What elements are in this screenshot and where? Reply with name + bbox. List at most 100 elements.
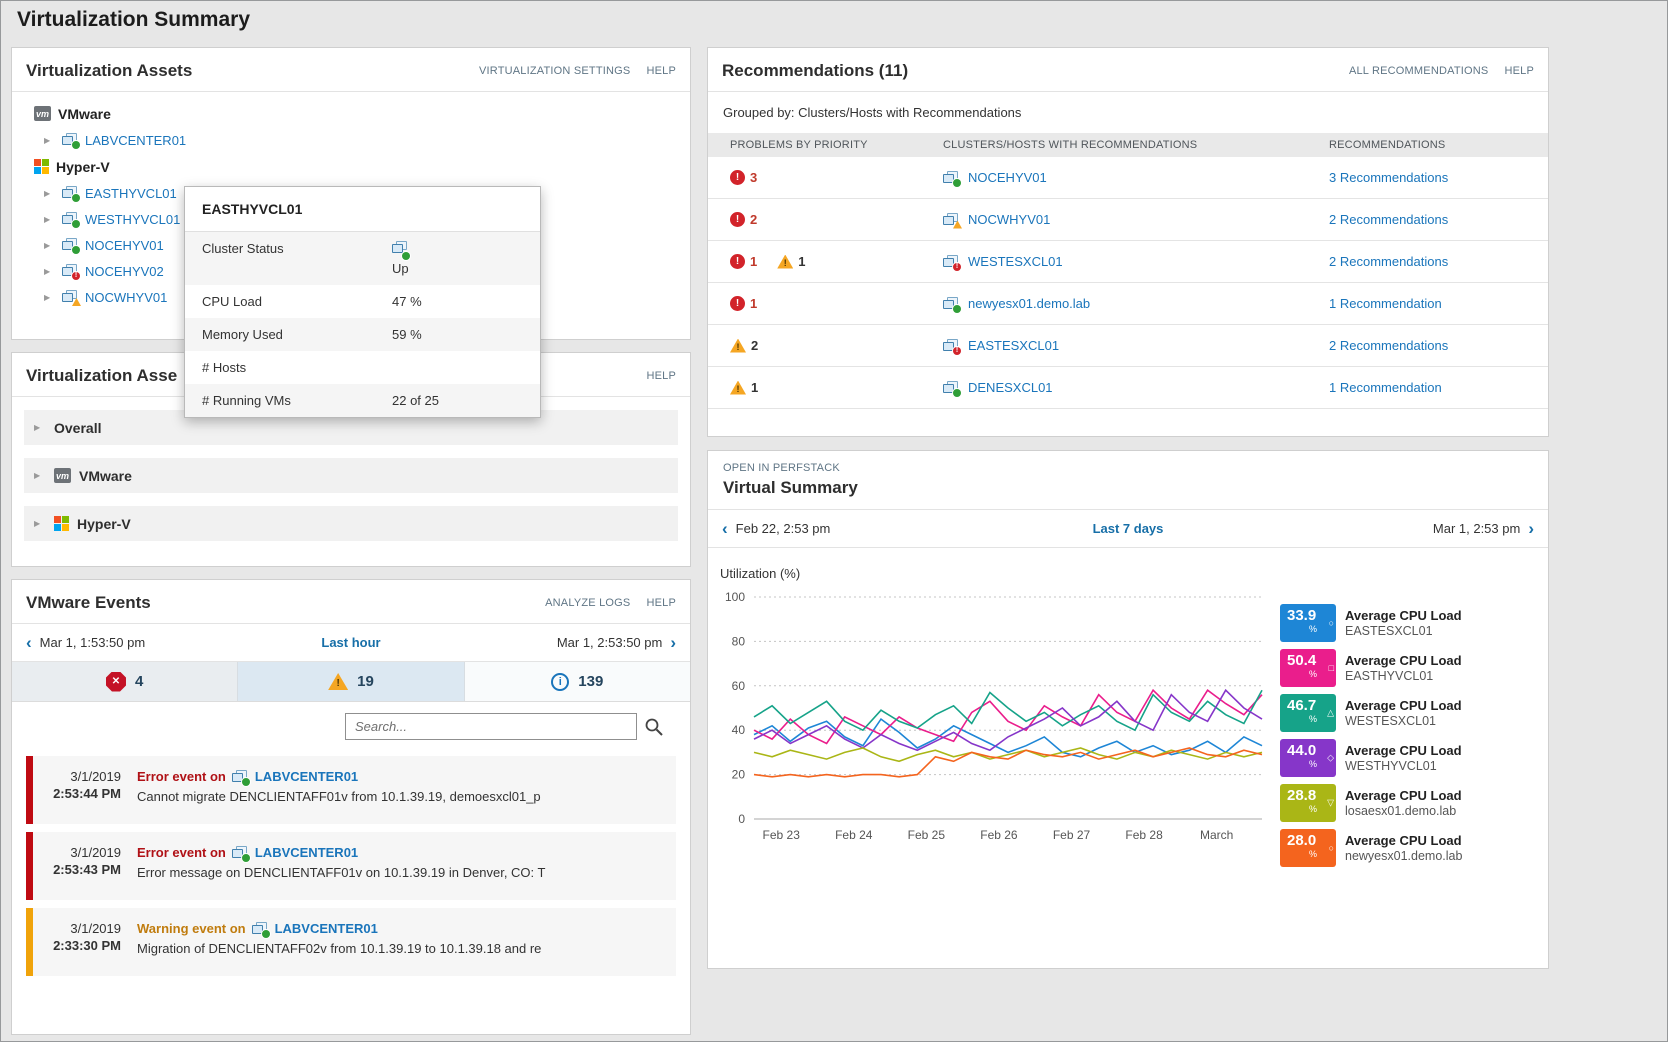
expander-icon[interactable]: ▶ [44, 136, 56, 145]
tooltip-value: 59 % [392, 327, 422, 342]
status-error-icon: ! [72, 272, 80, 280]
critical-icon: ! [730, 296, 745, 311]
host-icon [232, 846, 249, 860]
event-severity-bar [26, 832, 33, 900]
legend-item[interactable]: 50.4%□Average CPU LoadEASTHYVCL01 [1280, 649, 1462, 687]
priority-error: !1 [730, 254, 757, 269]
all-recommendations-link[interactable]: ALL RECOMMENDATIONS [1349, 65, 1489, 77]
cluster-host-link[interactable]: EASTESXCL01 [968, 338, 1059, 353]
asset-link[interactable]: NOCEHYV01 [85, 238, 164, 253]
event-row[interactable]: 3/1/20192:53:44 PMError event onLABVCENT… [26, 756, 676, 824]
event-host-link[interactable]: LABVCENTER01 [275, 921, 378, 936]
host-icon [943, 297, 960, 311]
expander-icon[interactable]: ▶ [34, 423, 46, 432]
recommendation-link[interactable]: 3 Recommendations [1329, 170, 1448, 185]
event-host-link[interactable]: LABVCENTER01 [255, 845, 358, 860]
column-header: RECOMMENDATIONS [1308, 139, 1548, 151]
event-type-label: Error event on [137, 845, 226, 860]
open-in-perfstack-link[interactable]: OPEN IN PERFSTACK [708, 451, 1548, 474]
recommendation-row: !2NOCWHYV012 Recommendations [708, 199, 1548, 241]
expander-icon[interactable]: ▶ [44, 293, 56, 302]
host-icon [62, 238, 79, 252]
expander-icon[interactable]: ▶ [44, 241, 56, 250]
tooltip-row: # Running VMs22 of 25 [185, 384, 540, 417]
legend-item[interactable]: 46.7%△Average CPU LoadWESTESXCL01 [1280, 694, 1462, 732]
svg-text:Feb 28: Feb 28 [1125, 828, 1163, 842]
panel-title: Recommendations (11) [722, 61, 908, 81]
priority-count: 3 [750, 170, 757, 185]
tooltip-row: Cluster StatusUp [185, 232, 540, 285]
chevron-right-icon[interactable]: › [1528, 520, 1534, 537]
series-marker-icon: △ [1327, 708, 1334, 719]
status-up-icon [953, 179, 961, 187]
event-body: Error event onLABVCENTER01Cannot migrate… [131, 756, 676, 824]
help-link[interactable]: HELP [646, 370, 676, 382]
recommendation-link[interactable]: 2 Recommendations [1329, 212, 1448, 227]
recommendation-row: !1DENESXCL011 Recommendation [708, 367, 1548, 409]
chevron-left-icon[interactable]: ‹ [26, 634, 32, 651]
tooltip-rows: Cluster StatusUpCPU Load47 %Memory Used5… [185, 232, 540, 417]
expander-icon[interactable]: ▶ [44, 267, 56, 276]
host-icon [62, 186, 79, 200]
chevron-right-icon[interactable]: › [670, 634, 676, 651]
recommendation-link[interactable]: 2 Recommendations [1329, 254, 1448, 269]
recommendation-link[interactable]: 1 Recommendation [1329, 380, 1442, 395]
asset-link[interactable]: NOCWHYV01 [85, 290, 167, 305]
cluster-host-link[interactable]: WESTESXCL01 [968, 254, 1063, 269]
panel-title: VMware Events [26, 593, 151, 613]
cluster-host-link[interactable]: NOCWHYV01 [968, 212, 1050, 227]
legend-item[interactable]: 44.0%◇Average CPU LoadWESTHYVCL01 [1280, 739, 1462, 777]
help-link[interactable]: HELP [1504, 65, 1534, 77]
info-icon: i [551, 673, 569, 691]
critical-icon: ! [730, 170, 745, 185]
expander-icon[interactable]: ▶ [44, 215, 56, 224]
event-row[interactable]: 3/1/20192:53:43 PMError event onLABVCENT… [26, 832, 676, 900]
alert-group-row[interactable]: ▶vmVMware [24, 458, 678, 493]
help-link[interactable]: HELP [646, 597, 676, 609]
legend-metric: Average CPU Load [1345, 788, 1462, 803]
legend-host: WESTHYVCL01 [1345, 759, 1462, 773]
event-row[interactable]: 3/1/20192:33:30 PMWarning event onLABVCE… [26, 908, 676, 976]
error-octagon-icon: ✕ [106, 672, 126, 692]
svg-text:0: 0 [738, 812, 745, 826]
alert-group-label: VMware [79, 468, 132, 484]
search-icon[interactable] [644, 717, 664, 737]
events-tab-info[interactable]: i139 [465, 662, 690, 701]
svg-text:March: March [1200, 828, 1233, 842]
asset-group-vmware: vmVMware [34, 100, 690, 127]
analyze-logs-link[interactable]: ANALYZE LOGS [545, 597, 630, 609]
alert-group-row[interactable]: ▶Hyper-V [24, 506, 678, 541]
tooltip-value: 47 % [392, 294, 422, 309]
event-message: Error message on DENCLIENTAFF01v on 10.1… [137, 865, 668, 880]
cluster-host-link[interactable]: NOCEHYV01 [968, 170, 1047, 185]
virtualization-settings-link[interactable]: VIRTUALIZATION SETTINGS [479, 65, 631, 77]
time-range-selector[interactable]: Last 7 days [708, 521, 1548, 536]
legend-item[interactable]: 28.0%○Average CPU Loadnewyesx01.demo.lab [1280, 829, 1462, 867]
legend-item[interactable]: 28.8%▽Average CPU Loadlosaesx01.demo.lab [1280, 784, 1462, 822]
help-link[interactable]: HELP [646, 65, 676, 77]
recommendation-link[interactable]: 1 Recommendation [1329, 296, 1442, 311]
events-tab-error[interactable]: ✕4 [12, 662, 238, 701]
asset-link[interactable]: WESTHYVCL01 [85, 212, 180, 227]
asset-link[interactable]: NOCEHYV02 [85, 264, 164, 279]
expander-icon[interactable]: ▶ [34, 471, 46, 480]
tooltip-label: # Hosts [202, 360, 392, 375]
chevron-left-icon[interactable]: ‹ [722, 520, 728, 537]
event-host-link[interactable]: LABVCENTER01 [255, 769, 358, 784]
svg-text:40: 40 [732, 723, 746, 737]
asset-link[interactable]: LABVCENTER01 [85, 133, 186, 148]
asset-link[interactable]: EASTHYVCL01 [85, 186, 177, 201]
legend-item[interactable]: 33.9%○Average CPU LoadEASTESXCL01 [1280, 604, 1462, 642]
events-tab-warning[interactable]: !19 [238, 662, 464, 701]
recommendation-link[interactable]: 2 Recommendations [1329, 338, 1448, 353]
host-icon [62, 212, 79, 226]
expander-icon[interactable]: ▶ [34, 519, 46, 528]
cluster-host-link[interactable]: DENESXCL01 [968, 380, 1053, 395]
host-icon [232, 770, 249, 784]
legend-host: WESTESXCL01 [1345, 714, 1462, 728]
search-input[interactable] [345, 713, 637, 740]
cluster-host-link[interactable]: newyesx01.demo.lab [968, 296, 1090, 311]
expander-icon[interactable]: ▶ [44, 189, 56, 198]
legend-host: EASTESXCL01 [1345, 624, 1462, 638]
critical-icon: ! [730, 254, 745, 269]
